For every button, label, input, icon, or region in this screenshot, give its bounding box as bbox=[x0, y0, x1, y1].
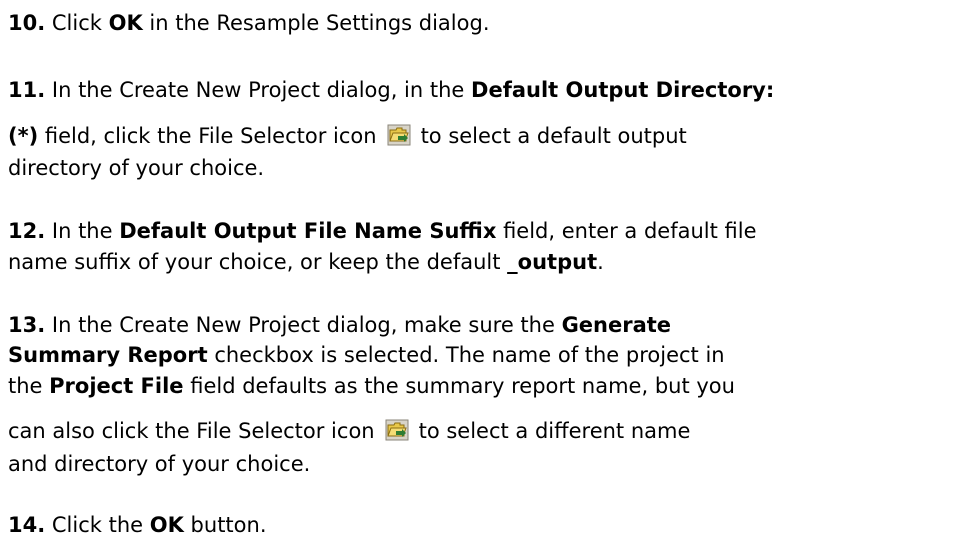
step-text: field, click the File Selector icon bbox=[38, 124, 377, 148]
step-text: the bbox=[8, 374, 50, 398]
step-text: field, enter a default file bbox=[496, 219, 757, 243]
step-text: and directory of your choice. bbox=[8, 452, 311, 476]
step-number: 14. bbox=[8, 513, 46, 537]
folder-open-icon bbox=[387, 124, 411, 146]
step-text: Click bbox=[51, 11, 109, 35]
step-text: to select a different name bbox=[418, 419, 691, 443]
step-13-line-2: Summary Report checkbox is selected. The… bbox=[8, 342, 725, 368]
step-text: directory of your choice. bbox=[8, 156, 265, 180]
required-marker: (*) bbox=[8, 124, 39, 148]
field-name: Project File bbox=[49, 374, 184, 398]
default-suffix: _output bbox=[507, 250, 598, 274]
step-text: In the Create New Project dialog, in the bbox=[51, 78, 472, 102]
field-name: Default Output Directory: bbox=[471, 78, 775, 102]
step-text: to select a default output bbox=[420, 124, 687, 148]
step-13-line-4: can also click the File Selector icon to… bbox=[8, 418, 690, 444]
step-13-line-3: the Project File field defaults as the s… bbox=[8, 373, 735, 399]
step-12-line-2: name suffix of your choice, or keep the … bbox=[8, 249, 604, 275]
step-number: 12. bbox=[8, 219, 46, 243]
ok-label: OK bbox=[149, 513, 184, 537]
field-name: Default Output File Name Suffix bbox=[119, 219, 497, 243]
step-text: in the Resample Settings dialog. bbox=[142, 11, 490, 35]
folder-open-icon bbox=[385, 419, 409, 441]
step-11-line-2: (*) field, click the File Selector icon … bbox=[8, 123, 687, 149]
step-text: Click the bbox=[51, 513, 150, 537]
step-10-line: 10. Click OK in the Resample Settings di… bbox=[8, 10, 490, 36]
step-text: field defaults as the summary report nam… bbox=[183, 374, 735, 398]
field-name: Generate bbox=[561, 313, 672, 337]
step-number: 13. bbox=[8, 313, 46, 337]
step-11-line-1: 11. In the Create New Project dialog, in… bbox=[8, 77, 774, 103]
step-text: In the Create New Project dialog, make s… bbox=[51, 313, 562, 337]
step-text: In the bbox=[51, 219, 120, 243]
step-text: button. bbox=[183, 513, 267, 537]
step-text: checkbox is selected. The name of the pr… bbox=[207, 343, 725, 367]
step-14-line: 14. Click the OK button. bbox=[8, 512, 267, 538]
step-text: . bbox=[597, 250, 604, 274]
step-number: 11. bbox=[8, 78, 46, 102]
step-number: 10. bbox=[8, 11, 46, 35]
step-12-line-1: 12. In the Default Output File Name Suff… bbox=[8, 218, 757, 244]
step-text: name suffix of your choice, or keep the … bbox=[8, 250, 508, 274]
step-text: can also click the File Selector icon bbox=[8, 419, 375, 443]
ok-label: OK bbox=[108, 11, 143, 35]
step-13-line-1: 13. In the Create New Project dialog, ma… bbox=[8, 312, 671, 338]
field-name: Summary Report bbox=[8, 343, 208, 367]
step-11-line-3: directory of your choice. bbox=[8, 155, 264, 181]
step-13-line-5: and directory of your choice. bbox=[8, 451, 310, 477]
